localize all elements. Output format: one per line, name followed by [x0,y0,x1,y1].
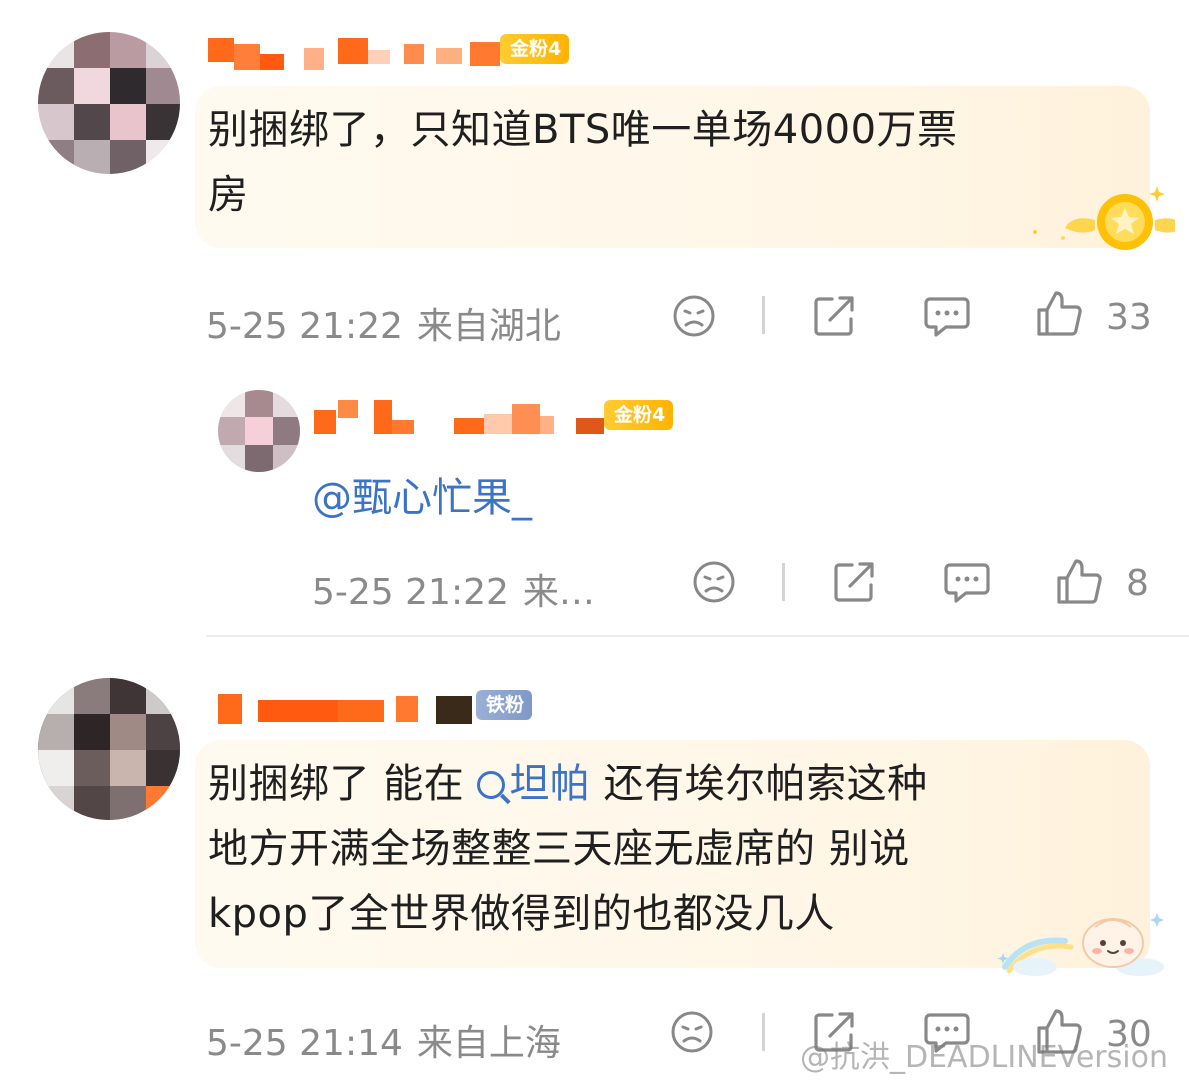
avatar[interactable] [218,390,300,472]
sad-face-icon[interactable] [670,292,718,340]
timestamp: 5-25 21:22 [312,572,509,613]
fan-level-badge: 金粉4 [604,400,674,430]
timestamp: 5-25 21:14 [206,1023,403,1064]
watermark: @抗洪_DEADLINEVersion [800,1040,1168,1075]
fan-level-badge: 金粉4 [500,34,570,64]
comment-text: 别捆绑了 能在 坦帕 还有埃尔帕索这种 地方开满全场整整三天座无虚席的 别说 k… [208,761,928,937]
thumbs-up-icon[interactable] [1054,556,1104,606]
fan-level-badge: 铁粉 [476,690,533,720]
search-icon [477,771,506,799]
location: 来… [522,572,595,613]
avatar[interactable] [38,32,180,174]
username-redacted[interactable] [208,30,508,70]
comment-icon[interactable] [942,558,992,606]
share-icon[interactable] [810,292,858,340]
divider [762,1013,765,1051]
gold-medal-icon [1033,186,1175,250]
comment-meta: 5-25 21:14 来自上海 [206,1014,561,1066]
like-count: 33 [1106,297,1152,338]
sad-face-icon[interactable] [690,558,738,606]
username-redacted[interactable] [314,396,624,436]
comment-meta: 5-25 21:22 来自湖北 [206,297,561,349]
divider [782,563,785,601]
location: 来自上海 [416,1023,561,1064]
timestamp: 5-25 21:22 [206,306,403,347]
sad-face-icon[interactable] [668,1008,716,1056]
bun-sticker-icon [997,913,1164,976]
topic-link[interactable]: 坦帕 [477,761,590,807]
location: 来自湖北 [416,306,561,347]
divider [762,296,765,334]
comment-icon[interactable] [922,292,972,340]
avatar[interactable] [38,678,180,820]
share-icon[interactable] [830,558,878,606]
comment-meta: 5-25 21:22 来… [312,563,595,615]
like-count: 8 [1126,563,1149,604]
comment-text: 别捆绑了，只知道BTS唯一单场4000万票 房 [208,107,958,218]
thumbs-up-icon[interactable] [1034,288,1084,338]
mention-link[interactable]: @甄心忙果_ [312,465,532,523]
thread-divider [206,635,1189,637]
